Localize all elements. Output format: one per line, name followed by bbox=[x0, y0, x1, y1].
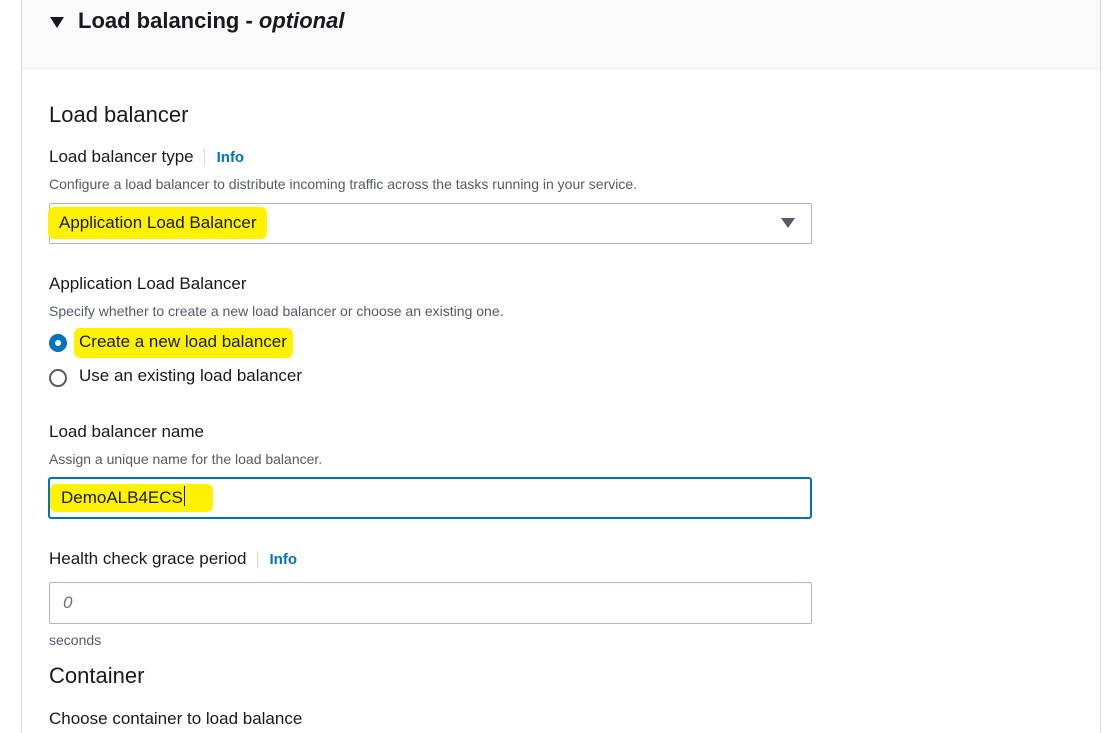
load-balancer-type-info-link[interactable]: Info bbox=[203, 149, 245, 166]
dropdown-arrow-icon[interactable] bbox=[781, 218, 795, 228]
lb-name-value: DemoALB4ECS bbox=[50, 484, 213, 512]
lb-name-label: Load balancer name bbox=[49, 422, 205, 441]
load-balancing-panel: Load balancing - optional Load balancer … bbox=[21, 0, 1101, 733]
health-check-placeholder: 0 bbox=[63, 593, 73, 612]
container-heading: Container bbox=[49, 663, 145, 688]
panel-title-optional: optional bbox=[258, 8, 345, 33]
create-new-lb-radio[interactable] bbox=[49, 334, 67, 352]
load-balancer-heading: Load balancer bbox=[49, 102, 189, 127]
load-balancer-type-selected: Application Load Balancer bbox=[48, 207, 267, 239]
health-check-label: Health check grace period bbox=[49, 549, 247, 568]
create-new-lb-label[interactable]: Create a new load balancer bbox=[74, 328, 293, 358]
health-check-label-row: Health check grace period Info bbox=[49, 549, 298, 569]
health-check-unit: seconds bbox=[49, 632, 102, 648]
lb-name-value-text: DemoALB4ECS bbox=[61, 488, 183, 507]
caret-down-icon[interactable] bbox=[50, 17, 64, 28]
load-balancer-type-description: Configure a load balancer to distribute … bbox=[49, 176, 638, 192]
panel-title: Load balancing - optional bbox=[78, 8, 344, 34]
lb-name-description: Assign a unique name for the load balanc… bbox=[49, 451, 323, 467]
load-balancer-type-label: Load balancer type bbox=[49, 147, 194, 166]
panel-title-text: Load balancing - bbox=[78, 8, 259, 33]
alb-label: Application Load Balancer bbox=[49, 274, 247, 293]
load-balancer-type-label-row: Load balancer type Info bbox=[49, 147, 245, 167]
use-existing-lb-label[interactable]: Use an existing load balancer bbox=[79, 366, 302, 386]
load-balancer-type-select[interactable]: Application Load Balancer bbox=[48, 203, 812, 244]
health-check-info-link[interactable]: Info bbox=[256, 551, 298, 568]
page: Load balancing - optional Load balancer … bbox=[0, 0, 1120, 733]
lb-name-input[interactable]: DemoALB4ECS bbox=[48, 477, 812, 519]
use-existing-lb-radio[interactable] bbox=[49, 369, 67, 387]
text-cursor bbox=[183, 486, 185, 506]
container-label: Choose container to load balance bbox=[49, 709, 303, 728]
health-check-input[interactable]: 0 bbox=[49, 582, 812, 624]
load-balancing-header[interactable]: Load balancing - optional bbox=[22, 0, 1100, 69]
alb-description: Specify whether to create a new load bal… bbox=[49, 303, 504, 319]
